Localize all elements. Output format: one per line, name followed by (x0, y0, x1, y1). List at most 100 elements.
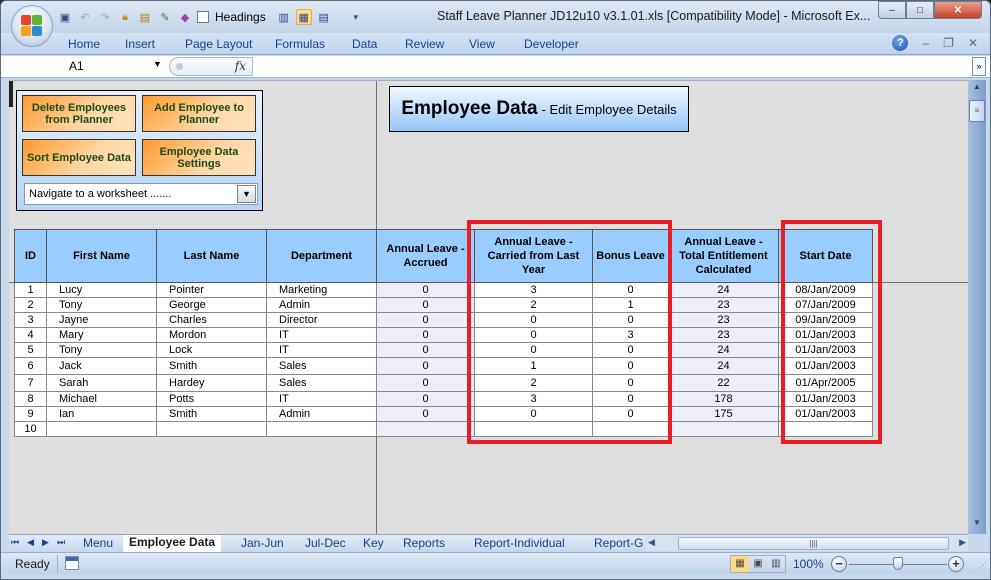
cell-total[interactable]: 24 (668, 357, 779, 375)
cell-total[interactable]: 24 (668, 282, 779, 298)
tab-developer[interactable]: Developer (524, 37, 579, 51)
horizontal-scrollbar[interactable]: ◀ |||| ▶ (646, 536, 968, 551)
cell-id[interactable]: 9 (14, 406, 47, 422)
header-start-date[interactable]: Start Date (778, 229, 873, 283)
header-id[interactable]: ID (14, 229, 47, 283)
protect-sheet-icon[interactable]: 🔒︎ (117, 9, 133, 25)
scroll-down-icon[interactable]: ▼ (968, 518, 986, 532)
record-macro-icon[interactable] (65, 556, 79, 570)
cell-carried[interactable]: 1 (474, 357, 593, 375)
cell-department[interactable]: Admin (266, 297, 377, 313)
cell-carried[interactable]: 3 (474, 282, 593, 298)
cell-bonus[interactable]: 0 (592, 282, 669, 298)
normal-view-button[interactable]: ▦ (731, 556, 749, 572)
cell-total[interactable] (668, 421, 779, 437)
cell-id[interactable]: 4 (14, 327, 47, 343)
cell-total[interactable]: 23 (668, 297, 779, 313)
cell-start-date[interactable]: 07/Jan/2009 (778, 297, 873, 313)
last-sheet-icon[interactable]: ⏭ (57, 537, 65, 548)
properties-icon[interactable]: ◆ (177, 9, 193, 25)
cell-accrued[interactable]: 0 (376, 282, 475, 298)
cell-accrued[interactable] (376, 421, 475, 437)
cell-department[interactable] (266, 421, 377, 437)
header-annual-leave-accrued[interactable]: Annual Leave - Accrued (376, 229, 475, 283)
cell-id[interactable]: 10 (14, 421, 47, 437)
save-icon[interactable]: ▣ (57, 9, 73, 25)
close-button[interactable]: ✕ (934, 1, 982, 19)
headings-checkbox[interactable] (197, 11, 209, 23)
cell-total[interactable]: 175 (668, 406, 779, 422)
cell-total[interactable]: 178 (668, 391, 779, 407)
tab-view[interactable]: View (469, 37, 495, 51)
cell-carried[interactable]: 0 (474, 342, 593, 358)
maximize-button[interactable]: □ (906, 1, 934, 19)
cell-id[interactable]: 7 (14, 374, 47, 392)
cell-first-name[interactable]: Sarah (46, 374, 157, 392)
zoom-out-icon[interactable]: − (831, 556, 847, 572)
header-carried-from-last-year[interactable]: Annual Leave - Carried from Last Year (474, 229, 593, 283)
name-box[interactable]: A1 (9, 57, 167, 76)
chevron-down-icon[interactable]: ▼ (237, 185, 256, 203)
page-break-preview-icon[interactable]: ▤ (316, 9, 332, 25)
horizontal-scroll-thumb[interactable]: |||| (678, 537, 949, 550)
tab-page-layout[interactable]: Page Layout (185, 37, 252, 51)
cell-start-date[interactable]: 09/Jan/2009 (778, 312, 873, 328)
cell-bonus[interactable] (592, 421, 669, 437)
cell-last-name[interactable]: Pointer (156, 282, 267, 298)
cell-first-name[interactable]: Michael (46, 391, 157, 407)
header-total-entitlement[interactable]: Annual Leave - Total Entitlement Calcula… (668, 229, 779, 283)
name-box-dropdown-icon[interactable]: ▼ (153, 59, 162, 69)
workbook-close-button[interactable]: ✕ (968, 36, 978, 50)
navigate-worksheet-select[interactable]: Navigate to a worksheet ....... ▼ (24, 183, 258, 205)
cell-department[interactable]: Sales (266, 357, 377, 375)
scroll-right-icon[interactable]: ▶ (959, 537, 966, 548)
cell-carried[interactable] (474, 421, 593, 437)
cell-first-name[interactable]: Tony (46, 297, 157, 313)
cell-id[interactable]: 3 (14, 312, 47, 328)
cell-bonus[interactable]: 0 (592, 374, 669, 392)
cell-id[interactable]: 1 (14, 282, 47, 298)
cell-department[interactable]: Admin (266, 406, 377, 422)
cell-last-name[interactable]: Hardey (156, 374, 267, 392)
cell-department[interactable]: Director (266, 312, 377, 328)
sort-employee-data-button[interactable]: Sort Employee Data (22, 139, 136, 176)
tab-home[interactable]: Home (68, 37, 100, 51)
cell-start-date[interactable]: 08/Jan/2009 (778, 282, 873, 298)
cell-first-name[interactable]: Lucy (46, 282, 157, 298)
cell-carried[interactable]: 2 (474, 374, 593, 392)
page-layout-view-icon[interactable]: ▥ (276, 9, 292, 25)
sheet-tab-jul-dec[interactable]: Jul-Dec (305, 536, 346, 551)
zoom-in-icon[interactable]: + (948, 556, 964, 572)
header-first-name[interactable]: First Name (46, 229, 157, 283)
formula-bar-handle[interactable] (176, 63, 183, 70)
insert-function-icon[interactable]: fx (235, 59, 246, 73)
cell-accrued[interactable]: 0 (376, 406, 475, 422)
cell-accrued[interactable]: 0 (376, 374, 475, 392)
cell-last-name[interactable] (156, 421, 267, 437)
cell-start-date[interactable]: 01/Apr/2005 (778, 374, 873, 392)
cell-id[interactable]: 6 (14, 357, 47, 375)
undo-icon[interactable]: ↶ (77, 9, 93, 25)
cell-start-date[interactable]: 01/Jan/2003 (778, 357, 873, 375)
cell-first-name[interactable] (46, 421, 157, 437)
tab-review[interactable]: Review (405, 37, 444, 51)
cell-first-name[interactable]: Jayne (46, 312, 157, 328)
cell-bonus[interactable]: 3 (592, 327, 669, 343)
help-icon[interactable]: ? (892, 35, 909, 51)
cell-start-date[interactable]: 01/Jan/2003 (778, 342, 873, 358)
cell-bonus[interactable]: 0 (592, 342, 669, 358)
expand-formula-bar-button[interactable]: » (972, 57, 986, 76)
cell-carried[interactable]: 0 (474, 406, 593, 422)
page-layout-view-button[interactable]: ▣ (749, 556, 767, 572)
header-bonus-leave[interactable]: Bonus Leave (592, 229, 669, 283)
cell-department[interactable]: IT (266, 327, 377, 343)
cell-last-name[interactable]: Charles (156, 312, 267, 328)
cell-last-name[interactable]: Potts (156, 391, 267, 407)
cell-department[interactable]: IT (266, 391, 377, 407)
cell-last-name[interactable]: Lock (156, 342, 267, 358)
cell-total[interactable]: 23 (668, 312, 779, 328)
cell-last-name[interactable]: Smith (156, 406, 267, 422)
cell-total[interactable]: 22 (668, 374, 779, 392)
page-break-view-button[interactable]: ▥ (767, 556, 785, 572)
sheet-tab-menu[interactable]: Menu (83, 536, 113, 551)
